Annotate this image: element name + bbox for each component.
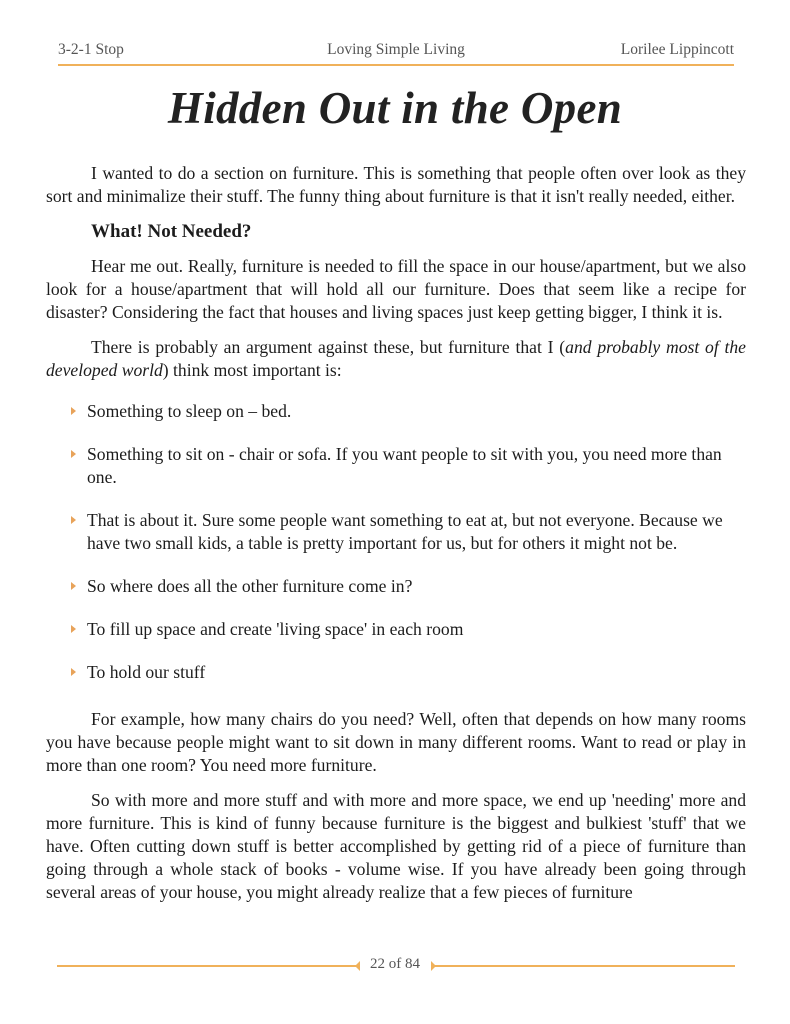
list-item-text: So where does all the other furniture co…: [87, 576, 413, 596]
bullet-arrow-icon: [71, 668, 76, 676]
bullet-arrow-icon: [71, 625, 76, 633]
bullet-arrow-icon: [71, 450, 76, 458]
list-item: Something to sit on - chair or sofa. If …: [46, 443, 746, 489]
header-rule: [58, 64, 734, 66]
furniture-list: Something to sleep on – bed. Something t…: [46, 400, 746, 684]
footer-left-arrow-icon: [355, 961, 360, 971]
paragraph-hear-me-out: Hear me out. Really, furniture is needed…: [46, 256, 746, 322]
list-item-text: To hold our stuff: [87, 662, 206, 682]
list-item-text: To fill up space and create 'living spac…: [87, 619, 464, 639]
list-item-text: Something to sit on - chair or sofa. If …: [87, 444, 722, 487]
page-title: Hidden Out in the Open: [167, 83, 623, 133]
bullet-arrow-icon: [71, 516, 76, 524]
intro-paragraph: I wanted to do a section on furniture. T…: [46, 163, 746, 206]
page-footer: 22 of 84: [57, 956, 735, 976]
paragraph-argument-text-1: There is probably an argument against th…: [91, 337, 566, 357]
section-heading: What! Not Needed?: [91, 221, 252, 242]
list-item-text: Something to sleep on – bed.: [87, 401, 292, 421]
page-body: I wanted to do a section on furniture. T…: [46, 162, 746, 916]
paragraph-example: For example, how many chairs do you need…: [46, 709, 746, 775]
running-header: 3-2-1 Stop Loving Simple Living Lorilee …: [58, 38, 734, 60]
paragraph-argument: There is probably an argument against th…: [46, 336, 746, 382]
paragraph-argument-text-2: ) think most important is:: [162, 360, 342, 380]
list-item: That is about it. Sure some people want …: [46, 509, 746, 555]
bullet-arrow-icon: [71, 407, 76, 415]
header-author: Lorilee Lippincott: [620, 41, 734, 58]
list-item: Something to sleep on – bed.: [46, 400, 746, 423]
footer-rule-left: [57, 965, 357, 967]
paragraph-more-stuff: So with more and more stuff and with mor…: [46, 790, 746, 902]
footer-rule-right: [433, 965, 735, 967]
list-item-text: That is about it. Sure some people want …: [87, 510, 723, 553]
list-item: To fill up space and create 'living spac…: [46, 618, 746, 641]
list-item: So where does all the other furniture co…: [46, 575, 746, 598]
bullet-arrow-icon: [71, 582, 76, 590]
page-number: 22 of 84: [370, 956, 420, 972]
list-item: To hold our stuff: [46, 661, 746, 684]
